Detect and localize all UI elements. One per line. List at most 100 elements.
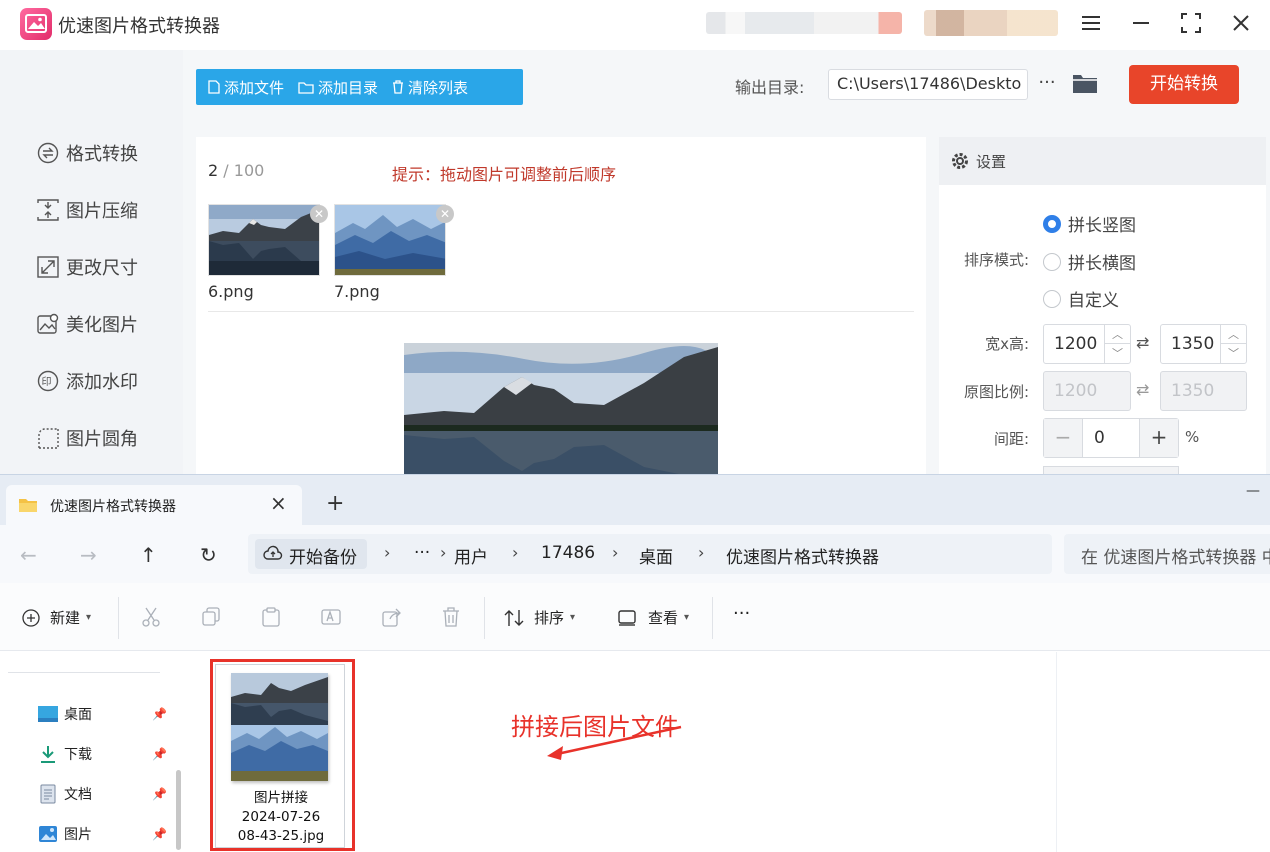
folder-icon	[298, 81, 314, 94]
spin-down-icon[interactable]: ﹀	[1221, 344, 1246, 363]
stitch-preview-image	[404, 343, 718, 474]
spin-down-icon[interactable]: ﹀	[1105, 344, 1130, 363]
sidebar-item-label: 美化图片	[66, 315, 138, 336]
remove-thumbnail-6-icon[interactable]: ✕	[310, 205, 328, 223]
pin-icon[interactable]: 📌	[152, 787, 167, 801]
radio-unchecked-icon	[1043, 252, 1061, 271]
drag-hint: 提示：拖动图片可调整前后顺序	[392, 165, 617, 184]
more-button[interactable]: ···	[733, 603, 750, 624]
breadcrumb-desktop[interactable]: 桌面	[639, 543, 673, 568]
add-file-button[interactable]: 添加文件	[208, 77, 284, 98]
pin-icon[interactable]: 📌	[152, 707, 167, 721]
forward-arrow-icon[interactable]: →	[80, 543, 97, 567]
copy-icon[interactable]	[202, 607, 220, 627]
thumbnail-7[interactable]	[334, 204, 446, 276]
share-icon[interactable]	[382, 607, 402, 627]
add-folder-label: 添加目录	[318, 78, 379, 97]
sidebar-item-beautify[interactable]: 美化图片	[36, 311, 138, 337]
remove-thumbnail-7-icon[interactable]: ✕	[436, 205, 454, 223]
file-name: 图片拼接 2024-07-26 08-43-25.jpg	[216, 789, 346, 846]
new-tab-icon[interactable]: +	[326, 491, 344, 516]
sidebar-item-compress[interactable]: 图片压缩	[36, 197, 138, 223]
explorer-minimize-icon[interactable]: —	[1246, 483, 1260, 499]
maximize-icon[interactable]	[1174, 8, 1208, 38]
pin-icon[interactable]: 📌	[152, 827, 167, 841]
image-count: 2 / 100	[208, 161, 264, 180]
width-spinner[interactable]: ︿ ﹀	[1104, 325, 1130, 363]
output-more-button[interactable]: ···	[1036, 68, 1058, 98]
radio-label: 自定义	[1068, 291, 1119, 311]
breadcrumb-current-folder[interactable]: 优速图片格式转换器	[726, 543, 879, 568]
gap-plus-button[interactable]: +	[1140, 419, 1178, 457]
settings-title: 设置	[976, 153, 1007, 171]
clear-list-button[interactable]: 清除列表	[392, 77, 468, 98]
minimize-icon[interactable]	[1124, 8, 1158, 38]
breadcrumb-start-backup[interactable]: 开始备份	[255, 539, 367, 569]
sidebar-item-label: 图片圆角	[66, 429, 138, 450]
chevron-right-icon: ›	[512, 543, 519, 562]
rename-icon[interactable]	[321, 607, 341, 627]
radio-custom[interactable]: 自定义	[1043, 286, 1119, 311]
chevron-right-icon: ›	[440, 543, 447, 562]
cut-icon[interactable]	[142, 607, 160, 627]
stitched-file-item[interactable]: 图片拼接 2024-07-26 08-43-25.jpg	[210, 659, 355, 851]
size-label: 宽x高:	[985, 335, 1029, 353]
breadcrumb-more[interactable]: ···	[414, 543, 430, 563]
explorer-tab[interactable]: 优速图片格式转换器 ×	[6, 485, 302, 525]
radio-vertical[interactable]: 拼长竖图	[1043, 211, 1136, 236]
ratio-width-input: 1200	[1043, 371, 1131, 411]
sidebar-item-format-convert[interactable]: 格式转换	[36, 140, 138, 166]
close-icon[interactable]	[1224, 8, 1258, 38]
output-dir-field[interactable]: C:\Users\17486\Deskto	[828, 69, 1028, 100]
height-spinner[interactable]: ︿ ﹀	[1220, 325, 1246, 363]
breadcrumb[interactable]: 开始备份 › ··· › 用户 › 17486 › 桌面 › 优速图片格式转换器	[248, 534, 1052, 574]
nav-item-pictures[interactable]: 图片	[38, 824, 92, 844]
sidebar-item-resize[interactable]: 更改尺寸	[36, 254, 138, 280]
refresh-icon[interactable]: ↻	[200, 543, 217, 567]
start-convert-button[interactable]: 开始转换	[1129, 65, 1239, 104]
delete-icon[interactable]	[442, 607, 460, 627]
width-input[interactable]: 1200 ︿ ﹀	[1043, 324, 1131, 364]
sidebar-item-round-corner[interactable]: 图片圆角	[36, 425, 138, 451]
up-arrow-icon[interactable]: ↑	[140, 543, 157, 567]
separator	[118, 597, 119, 639]
gap-minus-button[interactable]: −	[1044, 419, 1082, 457]
next-stepper-partial[interactable]	[1043, 466, 1179, 474]
tab-close-icon[interactable]: ×	[270, 491, 287, 515]
spin-up-icon[interactable]: ︿	[1221, 325, 1246, 344]
swap-icon[interactable]: ⇄	[1136, 333, 1149, 352]
nav-item-desktop[interactable]: 桌面	[38, 704, 92, 724]
sidebar-item-watermark[interactable]: 印 添加水印	[36, 368, 138, 394]
nav-label: 文档	[64, 787, 92, 803]
ratio-label: 原图比例:	[963, 383, 1029, 401]
back-arrow-icon[interactable]: ←	[20, 543, 37, 567]
chevron-right-icon: ›	[384, 543, 391, 562]
view-button[interactable]: 查看 ▾	[618, 607, 689, 628]
paste-icon[interactable]	[262, 607, 280, 627]
new-button[interactable]: 新建 ▾	[22, 607, 91, 628]
document-icon	[40, 784, 56, 804]
open-folder-icon[interactable]	[1072, 72, 1098, 98]
nav-scrollbar[interactable]	[176, 770, 181, 850]
blurred-user-info	[706, 12, 902, 34]
breadcrumb-users[interactable]: 用户	[454, 543, 488, 568]
tab-title: 优速图片格式转换器	[50, 499, 176, 515]
thumbnail-6[interactable]	[208, 204, 320, 276]
ratio-height-input: 1350	[1160, 371, 1247, 411]
sort-button[interactable]: 排序 ▾	[504, 607, 575, 628]
height-input[interactable]: 1350 ︿ ﹀	[1160, 324, 1247, 364]
breadcrumb-user-folder[interactable]: 17486	[541, 543, 595, 563]
radio-horizontal[interactable]: 拼长横图	[1043, 249, 1136, 274]
menu-icon[interactable]	[1074, 8, 1108, 38]
app-titlebar: 优速图片格式转换器	[0, 0, 1270, 50]
gap-value[interactable]: 0	[1082, 419, 1140, 457]
add-file-label: 添加文件	[224, 78, 285, 97]
add-folder-button[interactable]: 添加目录	[298, 77, 378, 98]
pin-icon[interactable]: 📌	[152, 747, 167, 761]
search-input[interactable]: 在 优速图片格式转换器 中	[1064, 534, 1270, 574]
nav-item-documents[interactable]: 文档	[38, 784, 92, 804]
spin-up-icon[interactable]: ︿	[1105, 325, 1130, 344]
nav-item-downloads[interactable]: 下载	[38, 744, 92, 764]
gap-stepper[interactable]: − 0 +	[1043, 418, 1179, 458]
settings-header: 设置	[939, 137, 1266, 185]
